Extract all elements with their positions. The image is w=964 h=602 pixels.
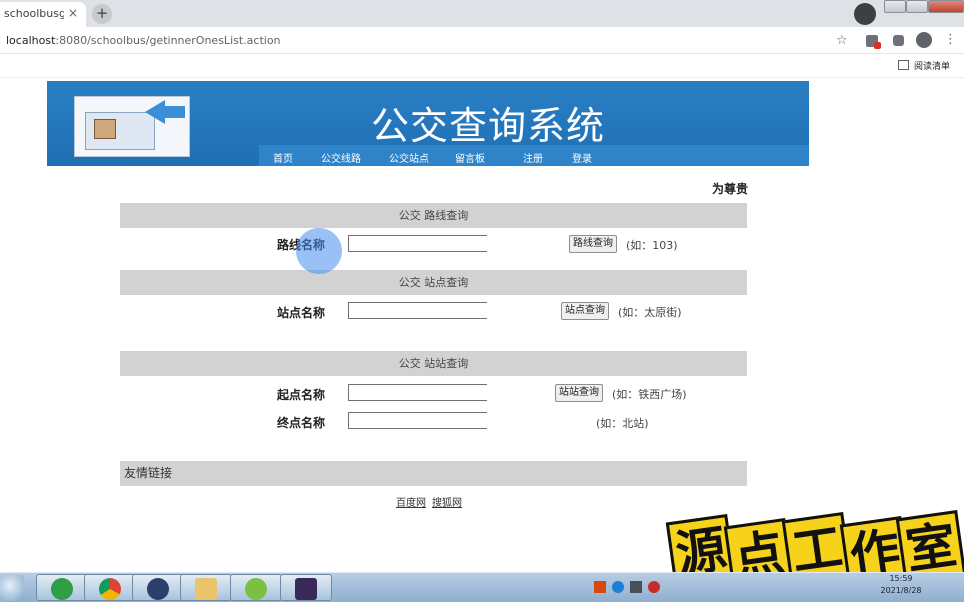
taskbar-recorder[interactable] <box>280 574 332 601</box>
site-logo <box>74 96 190 157</box>
url-path: :8080/schoolbus/getinnerOnesList.action <box>55 34 281 47</box>
route-name-input[interactable] <box>348 235 487 252</box>
taskbar-app[interactable] <box>230 574 282 601</box>
nav-login[interactable]: 登录 <box>572 150 592 165</box>
maximize-button[interactable] <box>906 0 928 13</box>
taskbar-chrome[interactable] <box>84 574 136 601</box>
menu-kebab-icon[interactable]: ⋮ <box>944 32 957 47</box>
close-window-button[interactable] <box>928 0 964 13</box>
tab-strip: schoolbusgetI × + <box>0 0 964 27</box>
reading-list-label[interactable]: 阅读清单 <box>914 59 950 72</box>
start-stop-label: 起点名称 <box>277 388 326 402</box>
extension-badge-icon <box>874 42 881 49</box>
nav-bus-stops[interactable]: 公交站点 <box>389 150 429 165</box>
cursor-highlight <box>296 228 342 274</box>
logo-arrow-bar <box>163 106 185 118</box>
stop-name-input[interactable] <box>348 302 487 319</box>
close-icon[interactable]: × <box>68 6 78 20</box>
clock-date: 2021/8/28 <box>880 586 922 595</box>
start-button[interactable] <box>0 575 24 601</box>
puzzle-icon[interactable] <box>893 35 904 46</box>
tab-title: schoolbusgetI <box>4 7 64 20</box>
folder-icon <box>195 578 217 600</box>
station-query-header: 公交 站站查询 <box>120 351 747 376</box>
taskbar-evernote[interactable] <box>36 574 88 601</box>
friend-link-sohu[interactable]: 搜狐网 <box>432 494 462 509</box>
clock-time: 15:59 <box>889 574 913 583</box>
profile-icon[interactable] <box>854 3 876 25</box>
address-bar: localhost:8080/schoolbus/getinnerOnesLis… <box>0 27 964 54</box>
new-tab-button[interactable]: + <box>92 4 112 24</box>
url-field[interactable]: localhost:8080/schoolbus/getinnerOnesLis… <box>6 34 281 47</box>
stop-query-button[interactable]: 站点查询 <box>561 302 609 320</box>
reading-list-icon[interactable] <box>898 60 909 70</box>
eclipse-icon <box>147 578 169 600</box>
friend-link-baidu[interactable]: 百度网 <box>396 494 426 509</box>
stop-hint: (如：太原街) <box>618 306 682 319</box>
bookmark-star-icon[interactable]: ☆ <box>836 33 848 48</box>
end-stop-input[interactable] <box>348 412 487 429</box>
station-query-button[interactable]: 站站查询 <box>555 384 603 402</box>
nav-message-board[interactable]: 留言板 <box>455 150 485 165</box>
tray-help-icon[interactable] <box>612 581 624 593</box>
bookmarks-bar: 阅读清单 <box>0 54 964 78</box>
friend-links-header: 友情链接 <box>120 461 747 486</box>
evernote-icon <box>51 578 73 600</box>
tray-security-icon[interactable] <box>648 581 660 593</box>
end-stop-label: 终点名称 <box>277 416 326 430</box>
site-banner: 公交查询系统 首页 公交线路 公交站点 留言板 注册 登录 <box>47 81 809 166</box>
account-icon[interactable] <box>916 32 932 48</box>
route-hint: (如：103) <box>626 239 678 252</box>
stop-query-header: 公交 站点查询 <box>120 270 747 295</box>
stop-name-label: 站点名称 <box>277 306 326 320</box>
logo-arrow-icon <box>145 100 165 124</box>
tray-app-icon[interactable] <box>594 581 606 593</box>
tray-network-icon[interactable] <box>630 581 642 593</box>
nav-register[interactable]: 注册 <box>523 150 543 165</box>
os-taskbar <box>0 572 964 602</box>
taskbar-clock[interactable]: 15:59 2021/8/28 <box>876 573 926 597</box>
taskbar-eclipse[interactable] <box>132 574 184 601</box>
chrome-icon <box>99 578 121 600</box>
browser-tab[interactable]: schoolbusgetI × <box>0 2 86 27</box>
recorder-icon <box>295 578 317 600</box>
welcome-text: 为尊贵 <box>712 182 749 196</box>
taskbar-explorer[interactable] <box>180 574 232 601</box>
end-stop-hint: (如：北站) <box>596 417 649 430</box>
start-stop-input[interactable] <box>348 384 487 401</box>
nav-bus-lines[interactable]: 公交线路 <box>321 150 361 165</box>
nav-home[interactable]: 首页 <box>273 150 293 165</box>
logo-photo-graphic <box>94 119 116 139</box>
route-query-button[interactable]: 路线查询 <box>569 235 617 253</box>
app-icon <box>245 578 267 600</box>
start-stop-hint: (如：铁西广场) <box>612 388 687 401</box>
page-title: 公交查询系统 <box>371 104 606 148</box>
route-query-header: 公交 路线查询 <box>120 203 747 228</box>
url-host: localhost <box>6 34 56 47</box>
main-nav: 首页 公交线路 公交站点 留言板 注册 登录 <box>259 145 809 166</box>
minimize-button[interactable] <box>884 0 906 13</box>
